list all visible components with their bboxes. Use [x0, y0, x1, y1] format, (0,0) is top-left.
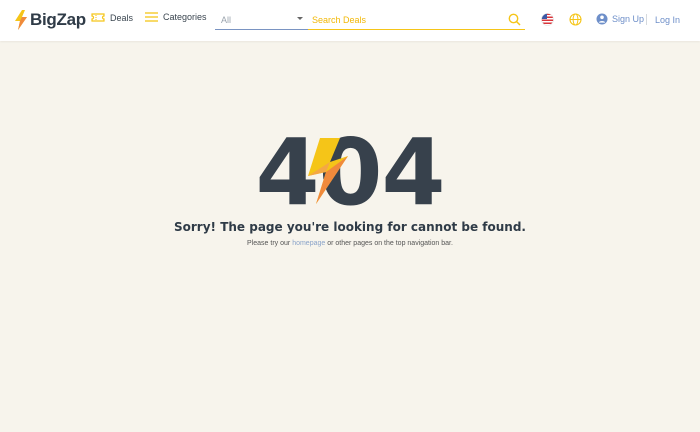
nav-deals-label: Deals [110, 12, 134, 23]
ticket-icon [91, 13, 105, 22]
us-flag-icon[interactable] [541, 13, 554, 26]
error-graphic: 404 [0, 127, 700, 219]
signup-label: Sign Up [612, 14, 645, 24]
homepage-link[interactable]: homepage [292, 240, 325, 247]
chevron-down-icon [297, 17, 303, 20]
header-divider [646, 14, 647, 25]
error-code-right: 4 [381, 119, 446, 226]
search-icon[interactable] [508, 13, 521, 26]
error-message: Sorry! The page you're looking for canno… [174, 220, 526, 234]
globe-icon[interactable] [569, 13, 582, 26]
error-hint-suffix: or other pages on the top navigation bar… [327, 240, 453, 247]
search-input[interactable] [312, 12, 502, 27]
user-icon [596, 13, 608, 25]
top-header: BigZap Deals Categories All Search Deals… [0, 0, 700, 41]
lightning-bolt-icon [308, 138, 349, 204]
category-select[interactable]: All [215, 10, 308, 30]
nav-deals[interactable]: Deals [91, 12, 133, 23]
menu-icon [145, 12, 158, 22]
nav-categories[interactable]: Categories [145, 12, 207, 22]
nav-categories-label: Categories [163, 12, 207, 22]
category-select-value: All [221, 15, 232, 25]
signup-link[interactable]: Sign Up [596, 13, 644, 25]
brand-name: BigZap [30, 10, 86, 29]
error-hint: Please try our homepage or other pages o… [0, 240, 700, 247]
search-bar [308, 10, 525, 30]
error-hint-prefix: Please try our [247, 240, 291, 247]
brand-logo[interactable]: BigZap [14, 10, 86, 30]
lightning-bolt-icon [15, 10, 27, 30]
login-link[interactable]: Log In [655, 15, 680, 25]
error-code: 404 [255, 127, 445, 219]
